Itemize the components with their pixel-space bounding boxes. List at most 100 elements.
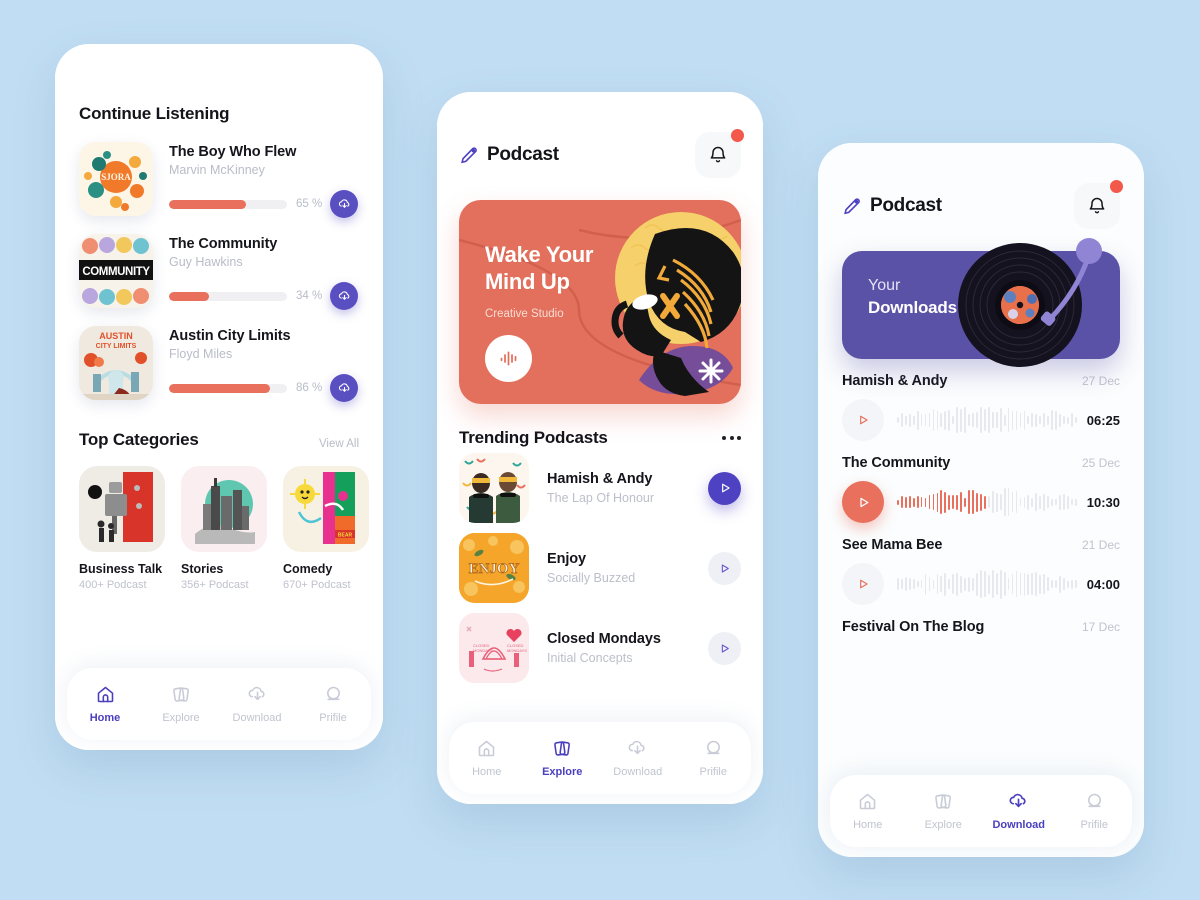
- brand: Podcast: [842, 195, 942, 217]
- nav-item-explore[interactable]: Explore: [149, 684, 213, 724]
- trending-header: Trending Podcasts: [459, 428, 741, 448]
- play-button[interactable]: [842, 563, 884, 605]
- hero-banner[interactable]: Wake Your Mind Up Creative Studio: [459, 200, 741, 404]
- progress-percent: 34 %: [296, 290, 323, 302]
- waveform[interactable]: [884, 400, 1077, 440]
- play-button[interactable]: [708, 551, 741, 585]
- download-name: Hamish & Andy: [842, 373, 948, 389]
- phone-downloads-screen: Podcast Your Downloads Hamish & Andy 27 …: [818, 143, 1144, 857]
- waveform[interactable]: [884, 564, 1077, 604]
- download-button[interactable]: [330, 282, 359, 310]
- nav-label: Download: [613, 766, 663, 778]
- download-name: The Community: [842, 455, 951, 471]
- progress-bar[interactable]: [169, 199, 287, 209]
- podcast-art-hamish-andy: [459, 453, 529, 523]
- svg-text:MONDAYS: MONDAYS: [473, 648, 493, 653]
- list-item[interactable]: SJORA The Boy Who Flew Marvin McKinney 6…: [79, 142, 359, 234]
- nav-item-home[interactable]: Home: [836, 791, 900, 831]
- play-button[interactable]: [842, 399, 884, 441]
- nav-item-download[interactable]: Download: [606, 738, 670, 778]
- svg-text:MONDAYS: MONDAYS: [507, 648, 527, 653]
- trending-title: Trending Podcasts: [459, 428, 608, 447]
- podcast-subtitle: Initial Concepts: [547, 651, 633, 665]
- nav-item-prifile[interactable]: Prifile: [301, 684, 365, 724]
- category-card-business-talk[interactable]: Business Talk 400+ Podcast: [79, 466, 165, 591]
- ellipsis-icon[interactable]: [722, 436, 741, 440]
- nav-item-download[interactable]: Download: [987, 791, 1051, 831]
- category-name: Stories: [181, 562, 224, 576]
- downloads-card-line1: Your: [868, 277, 901, 294]
- play-button[interactable]: [842, 481, 884, 523]
- svg-text:COMMUNITY: COMMUNITY: [82, 266, 150, 278]
- hero-title-line2: Mind Up: [485, 268, 570, 294]
- your-downloads-card[interactable]: Your Downloads: [842, 238, 1120, 367]
- play-button[interactable]: [708, 471, 741, 505]
- top-categories-header: Top Categories View All: [79, 430, 359, 450]
- hero-play-button[interactable]: [485, 335, 532, 382]
- phone-home-screen: Continue Listening SJORA The Boy Who Fle…: [55, 44, 383, 750]
- nav-label: Explore: [924, 819, 962, 831]
- category-name: Comedy: [283, 562, 333, 576]
- list-item[interactable]: Festival On The Blog 17 Dec: [842, 619, 1120, 635]
- downloads-card-line2: Downloads: [868, 298, 957, 317]
- home-icon: [97, 686, 113, 703]
- trending-list: Hamish & Andy The Lap Of Honour ENJOY En…: [459, 448, 741, 688]
- list-item[interactable]: See Mama Bee 21 Dec 04:00: [842, 537, 1120, 605]
- nav-item-prifile[interactable]: Prifile: [681, 738, 745, 778]
- download-cloud-icon: [248, 686, 265, 701]
- nav-label: Prifile: [699, 766, 727, 778]
- waveform-icon: [500, 351, 517, 366]
- podcast-art-closed-mondays: CLOSED MONDAYS CLOSED MONDAYS: [459, 613, 529, 683]
- microphone-icon: [461, 146, 477, 163]
- album-art-sjora: SJORA: [79, 142, 153, 216]
- notifications-button[interactable]: [695, 129, 744, 178]
- download-cloud-icon: [628, 740, 645, 755]
- nav-label: Download: [232, 712, 282, 724]
- download-duration: 04:00: [1086, 576, 1120, 592]
- download-name: See Mama Bee: [842, 537, 943, 553]
- list-item-info: The Boy Who Flew Marvin McKinney 65 %: [153, 142, 359, 218]
- progress-bar[interactable]: [169, 383, 287, 393]
- list-item[interactable]: COMMUNITY The Community Guy Hawkins 34 %: [79, 234, 359, 326]
- hero-text: Wake Your Mind Up Creative Studio: [485, 242, 593, 320]
- play-button[interactable]: [708, 631, 741, 665]
- list-item[interactable]: The Community 25 Dec 10:30: [842, 455, 1120, 523]
- category-count: 670+ Podcast: [283, 579, 351, 591]
- nav-item-home[interactable]: Home: [455, 738, 519, 778]
- profile-circle-icon: [1087, 793, 1101, 808]
- nav-item-home[interactable]: Home: [73, 684, 137, 724]
- bottom-nav: Home Explore Download Prifile: [830, 775, 1132, 847]
- nav-item-explore[interactable]: Explore: [530, 738, 594, 778]
- category-art-comedy: BEAR: [283, 466, 369, 552]
- notification-badge: [1110, 180, 1123, 193]
- list-item[interactable]: ENJOY Enjoy Socially Buzzed: [459, 528, 741, 608]
- download-date: 25 Dec: [1081, 456, 1120, 470]
- svg-text:BEAR: BEAR: [338, 533, 353, 539]
- list-item[interactable]: AUSTIN CITY LIMITS Austin City Limits Fl…: [79, 326, 359, 418]
- download-button[interactable]: [330, 374, 359, 402]
- app-header: Podcast: [459, 92, 744, 178]
- album-art-austin: AUSTIN CITY LIMITS: [79, 326, 153, 400]
- view-all-link[interactable]: View All: [319, 438, 359, 450]
- profile-circle-icon: [326, 686, 340, 701]
- podcast-subtitle: Socially Buzzed: [547, 571, 636, 585]
- continue-listening-list: SJORA The Boy Who Flew Marvin McKinney 6…: [79, 142, 359, 418]
- category-card-stories[interactable]: Stories 356+ Podcast: [181, 466, 267, 591]
- waveform[interactable]: [884, 482, 1077, 522]
- category-art-city: [181, 466, 267, 552]
- category-card-comedy[interactable]: BEAR Comedy 670+ Podcast: [283, 466, 369, 591]
- podcast-title: Enjoy: [547, 551, 586, 567]
- list-item-info: The Community Guy Hawkins 34 %: [153, 234, 359, 310]
- category-art-robot: [79, 466, 165, 552]
- nav-item-prifile[interactable]: Prifile: [1062, 791, 1126, 831]
- list-item[interactable]: CLOSED MONDAYS CLOSED MONDAYS Closed Mon…: [459, 608, 741, 688]
- list-item[interactable]: Hamish & Andy The Lap Of Honour: [459, 448, 741, 528]
- nav-item-explore[interactable]: Explore: [911, 791, 975, 831]
- list-item-body: 06:25: [842, 399, 1120, 441]
- download-button[interactable]: [330, 190, 359, 218]
- progress-bar[interactable]: [169, 291, 287, 301]
- home-icon: [478, 740, 495, 757]
- nav-item-download[interactable]: Download: [225, 684, 289, 724]
- progress-percent: 86 %: [296, 382, 323, 394]
- cards-icon: [172, 687, 189, 702]
